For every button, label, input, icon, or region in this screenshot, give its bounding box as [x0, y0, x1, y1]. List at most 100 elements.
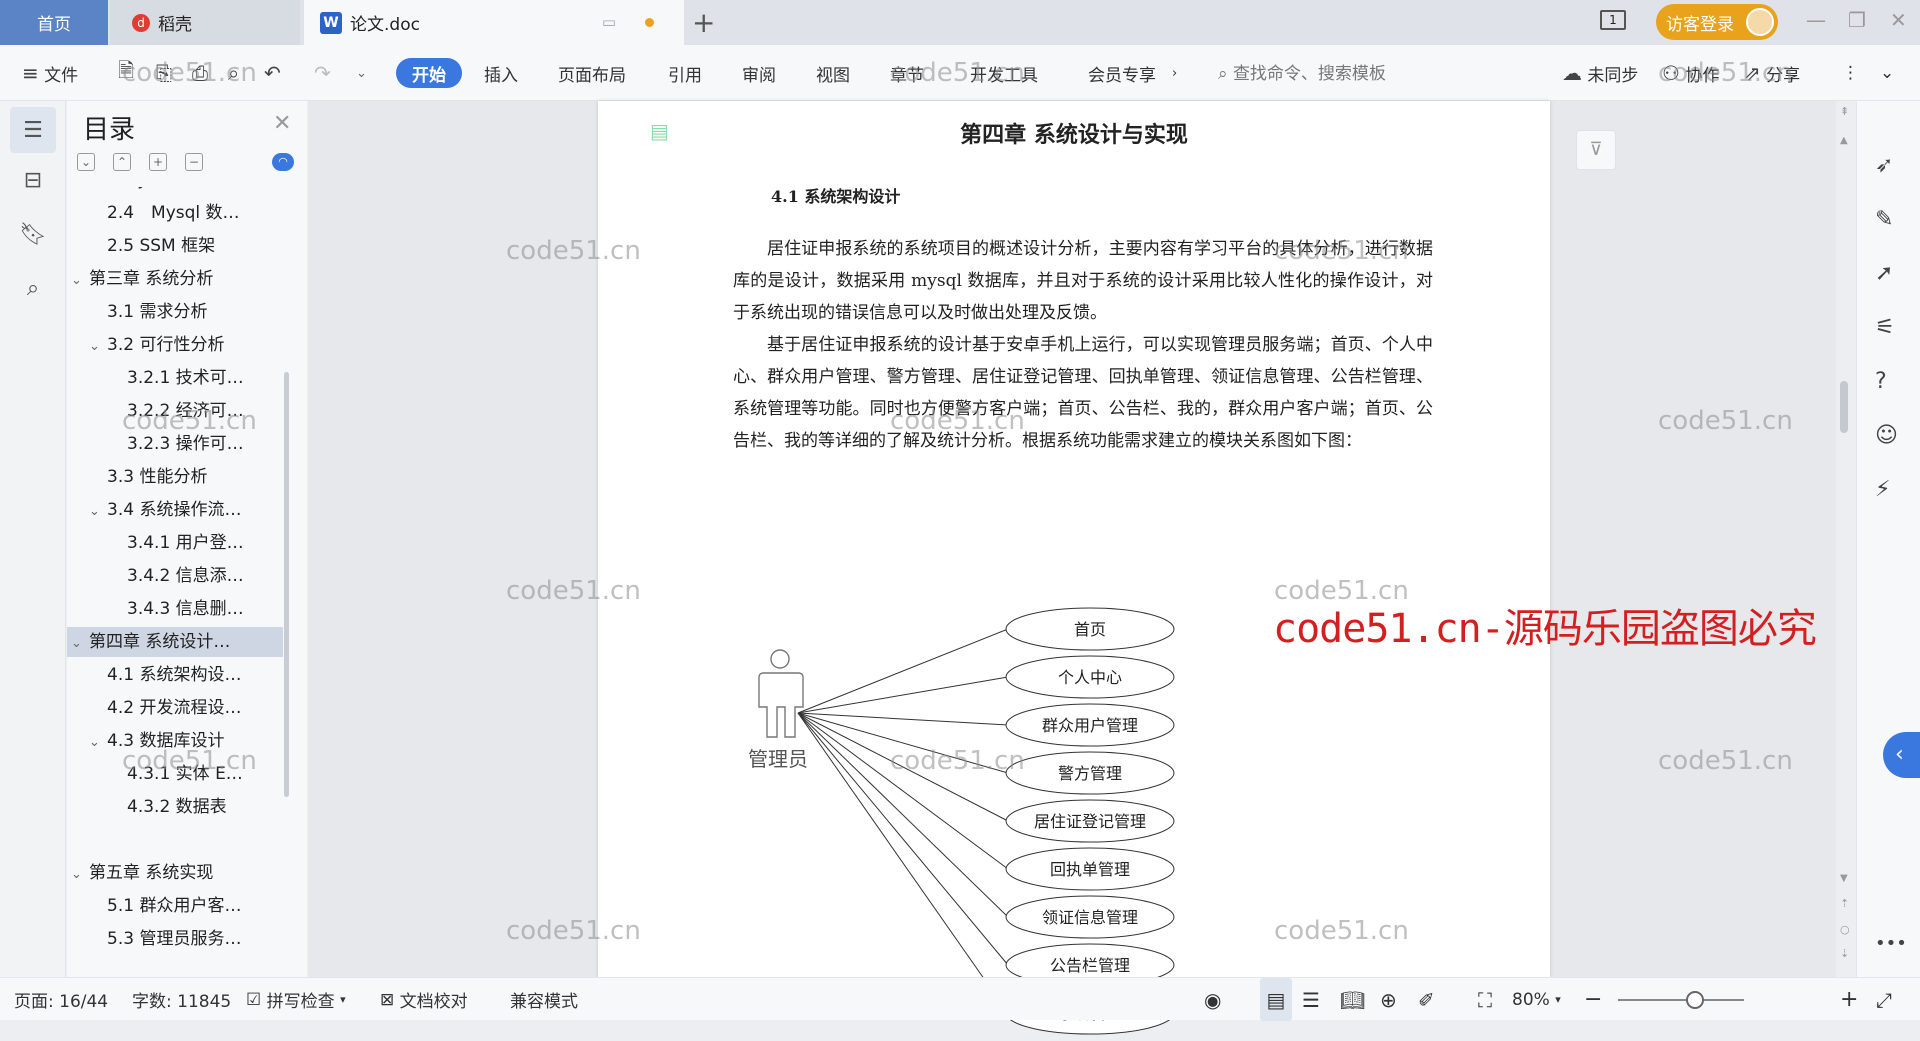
zoom-in-icon[interactable]: + — [1840, 978, 1858, 1021]
page-view-icon[interactable]: ▤ — [1260, 978, 1292, 1021]
toc-item[interactable]: 2.4 Mysql 数… — [67, 198, 283, 228]
tab-home[interactable]: 首页 — [0, 0, 108, 45]
spellcheck-button[interactable]: ☑ 拼写检查 ▾ — [246, 978, 346, 1021]
tab-references[interactable]: 引用 — [668, 45, 702, 101]
toc-item[interactable]: 2.5 SSM 框架 — [67, 231, 283, 261]
outline-icon[interactable]: ☰ — [10, 107, 56, 153]
zoom-level[interactable]: 80% ▾ — [1512, 978, 1561, 1021]
toc-item[interactable]: 3.4.3 信息删… — [67, 594, 283, 624]
redo-icon[interactable]: ↷ — [314, 45, 331, 101]
close-icon[interactable]: ✕ — [273, 111, 291, 136]
chevron-down-icon[interactable]: ⌄ — [89, 728, 107, 756]
select-browse-icon[interactable]: ○ — [1840, 923, 1850, 936]
zoom-out-icon[interactable]: − — [1584, 978, 1602, 1021]
toc-item[interactable]: 3.1 需求分析 — [67, 297, 283, 327]
toc-item[interactable]: 3.4.1 用户登… — [67, 528, 283, 558]
chevron-down-icon[interactable]: ⌄ — [71, 860, 89, 888]
file-menu-button[interactable]: ≡ 文件 — [22, 45, 78, 101]
scroll-up-icon[interactable]: ▲ — [1840, 135, 1848, 146]
word-count[interactable]: 字数: 11845 — [132, 978, 231, 1021]
tab-document[interactable]: W 论文.doc ▭ — [304, 0, 684, 45]
association-line — [797, 676, 1009, 714]
toc-item[interactable]: 4.1 系统架构设… — [67, 660, 283, 690]
toc-item[interactable]: ⌄ 第五章 系统实现 — [67, 858, 283, 888]
toc-item[interactable]: 3.3 性能分析 — [67, 462, 283, 492]
cursor-icon[interactable]: ➚ — [1875, 261, 1893, 286]
toc-item-label: 4.2 开发流程设… — [107, 698, 242, 718]
toc-item[interactable]: 3.2.1 技术可… — [67, 363, 283, 393]
sliders-icon[interactable]: ⚟ — [1875, 315, 1895, 340]
energy-icon[interactable]: ⚡ — [1875, 477, 1890, 502]
scroll-down-icon[interactable]: ▼ — [1840, 873, 1848, 884]
doc-proof-button[interactable]: ⊠ 文档校对 — [380, 978, 468, 1021]
web-view-icon[interactable]: ⊕ — [1380, 978, 1397, 1021]
minimize-icon[interactable]: — — [1806, 8, 1826, 32]
toc-item[interactable]: 5.3 管理员服务… — [67, 924, 283, 954]
more-tabs-icon[interactable]: › — [1172, 45, 1177, 101]
expand-all-icon[interactable]: ⌄ — [77, 153, 95, 171]
collapse-ribbon-icon[interactable]: ⌄ — [1880, 45, 1894, 101]
close-window-icon[interactable]: ✕ — [1890, 8, 1907, 32]
annotate-icon[interactable]: ✐ — [1418, 978, 1435, 1021]
eye-icon[interactable]: ◉ — [1204, 978, 1221, 1021]
read-view-icon[interactable]: 📖︎ — [1340, 978, 1365, 1021]
toc-item[interactable]: 3.4.2 信息添… — [67, 561, 283, 591]
tab-review[interactable]: 审阅 — [742, 45, 776, 101]
toc-item[interactable]: ⌄ 第三章 系统分析 — [67, 264, 283, 294]
add-heading-icon[interactable]: + — [149, 153, 167, 171]
chevron-down-icon[interactable]: ⌄ — [71, 629, 89, 657]
chevron-down-icon[interactable]: ⌄ — [89, 332, 107, 360]
new-tab-button[interactable]: + — [692, 6, 715, 39]
tab-start[interactable]: 开始 — [396, 58, 462, 88]
scroll-top-icon[interactable]: ⇞ — [1840, 105, 1849, 118]
toc-item[interactable]: 2.3 JAVA 技术 — [67, 187, 283, 195]
next-page-icon[interactable]: ⇣ — [1840, 947, 1849, 960]
outline-view-icon[interactable]: ☰ — [1302, 978, 1320, 1021]
sync-status-button[interactable]: ☁ 未同步 — [1562, 45, 1638, 101]
command-search-input[interactable]: ⌕ 查找命令、搜索模板 — [1218, 59, 1386, 84]
page-count-icon[interactable]: 1 — [1600, 10, 1626, 30]
bookmark-icon[interactable]: 🔖︎ — [18, 219, 48, 249]
prev-page-icon[interactable]: ⇡ — [1840, 897, 1849, 910]
tab-member[interactable]: 会员专享 — [1088, 45, 1156, 101]
toggle-toc-icon[interactable]: ◠ — [272, 153, 294, 171]
tab-view[interactable]: 视图 — [816, 45, 850, 101]
document-page[interactable]: ▤ 第四章 系统设计与实现 4.1 系统架构设计 居住证申报系统的系统项目的概述… — [598, 101, 1817, 1035]
chevron-down-icon[interactable]: ⌄ — [71, 266, 89, 294]
pen-icon[interactable]: ✎ — [1875, 207, 1893, 232]
quick-access-dropdown-icon[interactable]: ⌄ — [356, 45, 367, 101]
visitor-login-button[interactable]: 访客登录 — [1656, 4, 1778, 40]
toc-scrollbar[interactable] — [284, 372, 289, 797]
toc-item[interactable]: 4.3.2 数据表 — [67, 792, 283, 822]
collapse-all-icon[interactable]: ⌃ — [113, 153, 131, 171]
find-icon[interactable]: ⌕ — [18, 273, 48, 303]
zoom-slider-handle[interactable] — [1686, 991, 1704, 1009]
toc-item[interactable]: 5.1 群众用户客… — [67, 891, 283, 921]
toc-item[interactable]: 4.2 开发流程设… — [67, 693, 283, 723]
toc-item[interactable]: ⌄ 3.2 可行性分析 — [67, 330, 283, 360]
scroll-thumb[interactable] — [1840, 381, 1848, 433]
page-indicator[interactable]: 页面: 16/44 — [14, 978, 108, 1021]
chat-icon[interactable]: ☺ — [1875, 423, 1898, 448]
chevron-down-icon[interactable]: ⌄ — [89, 497, 107, 525]
fit-page-icon[interactable]: ⛶ — [1478, 978, 1492, 1021]
vertical-scrollbar[interactable]: ⇞ ▲ ▼ ⇡ ○ ⇣ — [1836, 101, 1854, 977]
fullscreen-icon[interactable]: ⤢ — [1876, 978, 1892, 1021]
toc-item[interactable]: ⌄ 3.4 系统操作流… — [67, 495, 283, 525]
paragraph: 基于居住证申报系统的设计基于安卓手机上运行，可以实现管理员服务端；首页、个人中心… — [733, 335, 1433, 451]
tab-daoke[interactable]: d 稻壳 — [110, 0, 300, 45]
more-options-icon[interactable]: ⋮ — [1842, 45, 1859, 101]
page-filter-icon[interactable]: ⊽ — [1576, 130, 1616, 170]
restore-icon[interactable]: ❐ — [1848, 8, 1866, 32]
undo-icon[interactable]: ↶ — [264, 45, 281, 101]
navigation-icon[interactable]: ⊟ — [18, 165, 48, 195]
toc-item[interactable]: ⌄ 第四章 系统设计… — [67, 627, 283, 657]
tab-insert[interactable]: 插入 — [484, 45, 518, 101]
rocket-icon[interactable]: ➶ — [1875, 153, 1893, 178]
tab-page-layout[interactable]: 页面布局 — [558, 45, 626, 101]
monitor-icon[interactable]: ▭ — [602, 13, 616, 31]
more-icon[interactable]: ••• — [1875, 933, 1907, 954]
help-icon[interactable]: ? — [1875, 369, 1887, 394]
remove-heading-icon[interactable]: − — [185, 153, 203, 171]
zoom-slider[interactable] — [1618, 999, 1744, 1001]
